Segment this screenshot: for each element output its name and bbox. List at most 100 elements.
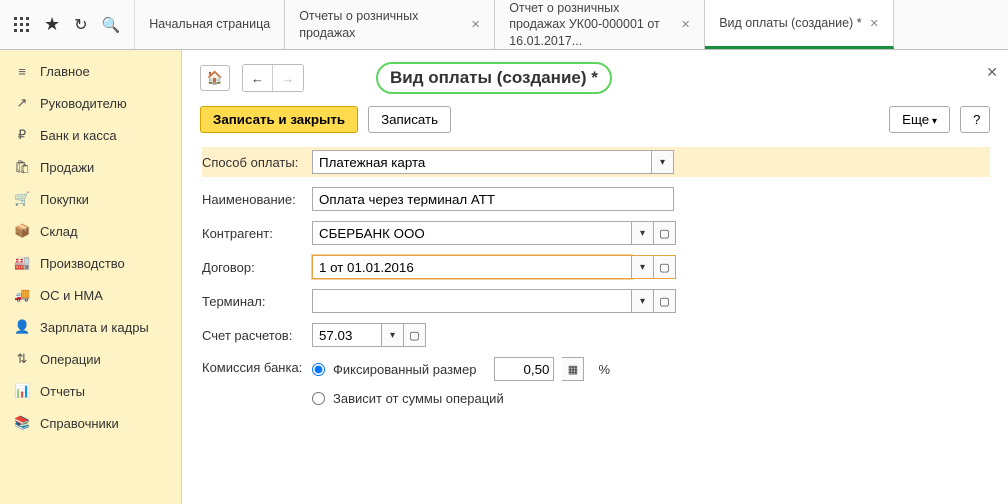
search-icon[interactable]: 🔍 bbox=[102, 16, 121, 34]
dropdown-icon[interactable]: ▾ bbox=[632, 255, 654, 279]
page-title: Вид оплаты (создание) * bbox=[376, 62, 612, 94]
percent-label: % bbox=[598, 362, 610, 377]
sidebar-item-label: Продажи bbox=[40, 160, 94, 175]
ruble-icon: ₽ bbox=[14, 127, 30, 143]
sidebar-item-salary[interactable]: 👤Зарплата и кадры bbox=[0, 311, 181, 343]
row-counterparty: Контрагент: ▾ ▢ bbox=[202, 221, 990, 245]
sidebar-item-purchases[interactable]: 🛒 Покупки bbox=[0, 183, 181, 215]
sidebar-item-sales[interactable]: 🛍 Продажи bbox=[0, 151, 181, 183]
action-toolbar: Записать и закрыть Записать Еще ? bbox=[200, 106, 990, 133]
sidebar-item-label: Отчеты bbox=[40, 384, 85, 399]
chart-icon: ↗ bbox=[14, 95, 30, 111]
sidebar-item-main[interactable]: ≡ Главное bbox=[0, 56, 181, 87]
dropdown-icon[interactable]: ▾ bbox=[652, 150, 674, 174]
radio-depends: Зависит от суммы операций bbox=[312, 391, 610, 406]
save-and-close-button[interactable]: Записать и закрыть bbox=[200, 106, 358, 133]
label-payment-method: Способ оплаты: bbox=[202, 155, 312, 170]
dropdown-icon[interactable]: ▾ bbox=[382, 323, 404, 347]
row-name: Наименование: bbox=[202, 187, 990, 211]
sidebar-item-manager[interactable]: ↗ Руководителю bbox=[0, 87, 181, 119]
barchart-icon: 📊 bbox=[14, 383, 30, 399]
account-input[interactable] bbox=[312, 323, 382, 347]
open-icon[interactable]: ▢ bbox=[404, 323, 426, 347]
close-icon[interactable]: ✕ bbox=[681, 18, 690, 31]
factory-icon: 🏭 bbox=[14, 255, 30, 271]
tab-home[interactable]: Начальная страница bbox=[135, 0, 285, 49]
payment-method-input[interactable] bbox=[312, 150, 652, 174]
dropdown-icon[interactable]: ▾ bbox=[632, 221, 654, 245]
truck-icon: 🚚 bbox=[14, 287, 30, 303]
row-contract: Договор: ▾ ▢ bbox=[202, 255, 990, 279]
nav-toolbar: 🏠 ← → Вид оплаты (создание) * bbox=[200, 62, 990, 94]
tab-label: Вид оплаты (создание) * bbox=[719, 15, 861, 31]
radio-depends-label: Зависит от суммы операций bbox=[333, 391, 504, 406]
terminal-input[interactable] bbox=[312, 289, 632, 313]
sidebar-item-label: Банк и касса bbox=[40, 128, 117, 143]
sidebar-item-label: Склад bbox=[40, 224, 78, 239]
contract-input[interactable] bbox=[312, 255, 632, 279]
tab-label: Отчет о розничных продажах УК00-000001 о… bbox=[509, 0, 673, 49]
open-icon[interactable]: ▢ bbox=[654, 255, 676, 279]
menu-icon: ≡ bbox=[14, 64, 30, 79]
sidebar-item-assets[interactable]: 🚚 ОС и НМА bbox=[0, 279, 181, 311]
row-commission: Комиссия банка: Фиксированный размер ▦ %… bbox=[202, 357, 990, 406]
calculator-icon[interactable]: ▦ bbox=[562, 357, 584, 381]
label-counterparty: Контрагент: bbox=[202, 226, 312, 241]
cart-icon: 🛒 bbox=[14, 191, 30, 207]
open-icon[interactable]: ▢ bbox=[654, 289, 676, 313]
forward-button[interactable]: → bbox=[273, 65, 303, 91]
radio-depends-input[interactable] bbox=[312, 392, 325, 405]
sidebar-item-references[interactable]: 📚Справочники bbox=[0, 407, 181, 439]
row-payment-method: Способ оплаты: ▾ bbox=[202, 147, 990, 177]
sidebar-item-label: Руководителю bbox=[40, 96, 127, 111]
sidebar-item-label: Операции bbox=[40, 352, 101, 367]
sidebar-item-operations[interactable]: ⇅ Операции bbox=[0, 343, 181, 375]
counterparty-input[interactable] bbox=[312, 221, 632, 245]
sidebar-item-bank[interactable]: ₽ Банк и касса bbox=[0, 119, 181, 151]
topbar-icon-group: ★ ↻ 🔍 bbox=[0, 0, 135, 49]
back-button[interactable]: ← bbox=[243, 65, 273, 91]
row-terminal: Терминал: ▾ ▢ bbox=[202, 289, 990, 313]
close-icon[interactable]: ✕ bbox=[471, 18, 480, 31]
tab-reports[interactable]: Отчеты о розничных продажах ✕ bbox=[285, 0, 495, 49]
box-icon: 📦 bbox=[14, 223, 30, 239]
open-icon[interactable]: ▢ bbox=[654, 221, 676, 245]
tab-label: Отчеты о розничных продажах bbox=[299, 8, 463, 41]
more-button[interactable]: Еще bbox=[889, 106, 950, 133]
sidebar-item-label: Справочники bbox=[40, 416, 119, 431]
bag-icon: 🛍 bbox=[14, 159, 30, 175]
commission-value-input[interactable] bbox=[494, 357, 554, 381]
sidebar-item-label: Главное bbox=[40, 64, 90, 79]
sidebar-item-label: Покупки bbox=[40, 192, 89, 207]
swap-icon: ⇅ bbox=[14, 351, 30, 367]
apps-icon[interactable] bbox=[14, 17, 30, 33]
person-icon: 👤 bbox=[14, 319, 30, 335]
sidebar-item-label: Производство bbox=[40, 256, 125, 271]
home-button[interactable]: 🏠 bbox=[200, 65, 230, 91]
history-icon[interactable]: ↻ bbox=[74, 15, 87, 35]
sidebar-item-reports[interactable]: 📊 Отчеты bbox=[0, 375, 181, 407]
sidebar-item-label: ОС и НМА bbox=[40, 288, 103, 303]
label-terminal: Терминал: bbox=[202, 294, 312, 309]
close-icon[interactable]: ✕ bbox=[870, 17, 879, 30]
radio-fixed: Фиксированный размер ▦ % bbox=[312, 357, 610, 381]
sidebar-item-warehouse[interactable]: 📦 Склад bbox=[0, 215, 181, 247]
save-button[interactable]: Записать bbox=[368, 106, 451, 133]
close-icon[interactable]: ✕ bbox=[986, 64, 998, 81]
tab-payment-type[interactable]: Вид оплаты (создание) * ✕ bbox=[705, 0, 894, 49]
star-icon[interactable]: ★ bbox=[44, 14, 60, 35]
radio-fixed-label: Фиксированный размер bbox=[333, 362, 476, 377]
tab-label: Начальная страница bbox=[149, 16, 270, 32]
form: Способ оплаты: ▾ Наименование: Контраген… bbox=[200, 147, 990, 406]
content-area: ✕ 🏠 ← → Вид оплаты (создание) * Записать… bbox=[182, 50, 1008, 504]
tab-report-detail[interactable]: Отчет о розничных продажах УК00-000001 о… bbox=[495, 0, 705, 49]
name-input[interactable] bbox=[312, 187, 674, 211]
top-tab-bar: ★ ↻ 🔍 Начальная страница Отчеты о рознич… bbox=[0, 0, 1008, 50]
label-account: Счет расчетов: bbox=[202, 328, 312, 343]
row-account: Счет расчетов: ▾ ▢ bbox=[202, 323, 990, 347]
help-button[interactable]: ? bbox=[960, 106, 990, 133]
label-contract: Договор: bbox=[202, 260, 312, 275]
radio-fixed-input[interactable] bbox=[312, 363, 325, 376]
dropdown-icon[interactable]: ▾ bbox=[632, 289, 654, 313]
sidebar-item-production[interactable]: 🏭 Производство bbox=[0, 247, 181, 279]
